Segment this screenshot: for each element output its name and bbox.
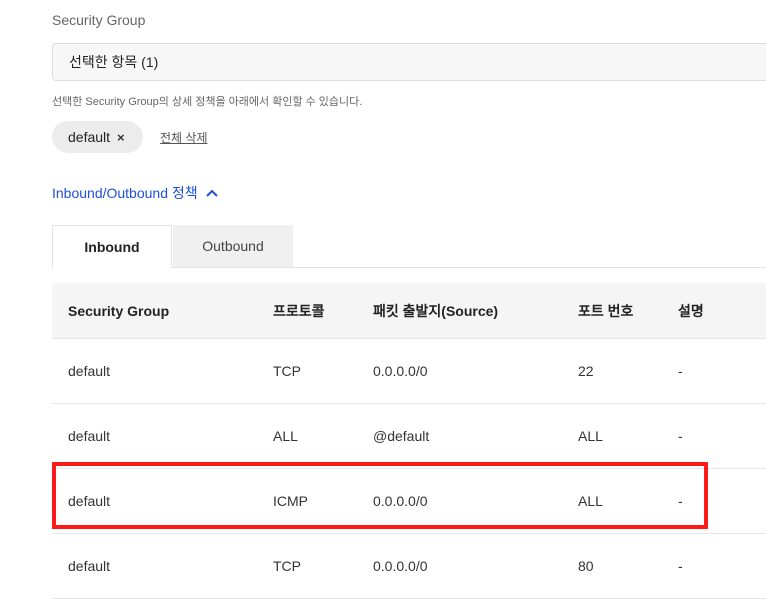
chip-remove-icon[interactable]: × [117, 130, 125, 145]
security-group-select-value: 선택한 항목 (1) [69, 54, 159, 70]
table-header-row: Security Group 프로토콜 패킷 출발지(Source) 포트 번호… [52, 283, 766, 339]
cell-protocol: ICMP [273, 493, 308, 509]
column-header-source: 패킷 출발지(Source) [373, 302, 499, 319]
cell-source: @default [373, 428, 430, 444]
cell-port: 80 [578, 558, 594, 574]
cell-source: 0.0.0.0/0 [373, 363, 428, 379]
cell-protocol: TCP [273, 363, 301, 379]
tab-outbound[interactable]: Outbound [173, 225, 293, 267]
clear-all-link[interactable]: 전체 삭제 [160, 129, 208, 146]
cell-port: ALL [578, 493, 603, 509]
cell-security-group: default [68, 428, 111, 444]
table-row-highlighted: default ICMP 0.0.0.0/0 ALL - [52, 469, 766, 534]
policy-section-toggle[interactable]: Inbound/Outbound 정책 [52, 183, 218, 203]
cell-source: 0.0.0.0/0 [373, 558, 428, 574]
column-header-port: 포트 번호 [578, 302, 634, 319]
security-group-select[interactable]: 선택한 항목 (1) [52, 43, 766, 81]
table-row: default TCP 0.0.0.0/0 22 - [52, 339, 766, 404]
chip-label: default [68, 129, 111, 145]
chevron-up-icon [205, 189, 218, 197]
cell-protocol: TCP [273, 558, 301, 574]
cell-description: - [678, 428, 683, 444]
cell-security-group: default [68, 493, 111, 509]
helper-text: 선택한 Security Group의 상세 정책을 아래에서 확인할 수 있습… [52, 96, 363, 108]
selected-chip-default: default × [52, 121, 143, 153]
table-row: default TCP 0.0.0.0/0 80 - [52, 534, 766, 599]
cell-source: 0.0.0.0/0 [373, 493, 428, 509]
column-header-description: 설명 [678, 302, 704, 319]
cell-port: ALL [578, 428, 603, 444]
column-header-security-group: Security Group [68, 302, 170, 319]
security-group-label: Security Group [52, 12, 146, 28]
column-header-protocol: 프로토콜 [273, 302, 325, 319]
table-row: default ALL @default ALL - [52, 404, 766, 469]
policy-tabs: Inbound Outbound [52, 225, 766, 268]
rules-table: Security Group 프로토콜 패킷 출발지(Source) 포트 번호… [52, 283, 766, 599]
policy-toggle-label: Inbound/Outbound 정책 [52, 185, 198, 201]
cell-description: - [678, 493, 683, 509]
cell-port: 22 [578, 363, 594, 379]
cell-description: - [678, 558, 683, 574]
cell-security-group: default [68, 363, 111, 379]
tab-inbound[interactable]: Inbound [52, 225, 172, 268]
cell-protocol: ALL [273, 428, 298, 444]
cell-security-group: default [68, 558, 111, 574]
cell-description: - [678, 363, 683, 379]
